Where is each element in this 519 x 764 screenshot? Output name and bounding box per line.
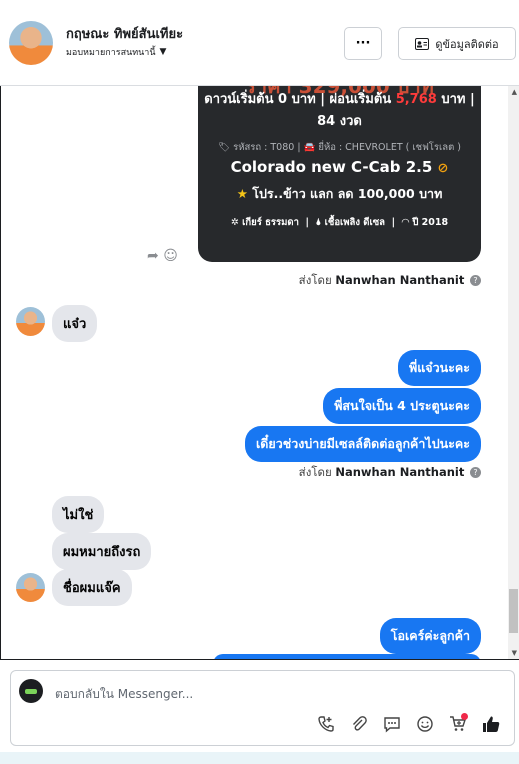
- page-avatar: [19, 679, 43, 703]
- star-icon: ★: [236, 186, 248, 201]
- page-footer-strip: [0, 752, 519, 764]
- ad-title: Colorado new C-Cab 2.5 ⊘: [198, 158, 481, 176]
- message-composer: ตอบกลับใน Messenger...: [10, 670, 515, 746]
- avatar[interactable]: [16, 573, 45, 602]
- speedometer-icon: ◠: [401, 217, 410, 228]
- assign-label: มอบหมายการสนทนานี้: [66, 48, 156, 58]
- scroll-down-icon[interactable]: ▼: [512, 649, 517, 657]
- phone-add-icon[interactable]: [315, 713, 337, 735]
- incoming-message[interactable]: ผมหมายถึงรถ: [52, 533, 152, 570]
- incoming-message[interactable]: แจ๋ว: [52, 305, 98, 342]
- ad-specs: ✲ เกียร์ ธรรมดา | 🌢 เชื้อเพลิง ดีเซล | ◠…: [230, 217, 449, 228]
- cart-icon[interactable]: [447, 713, 469, 735]
- avatar[interactable]: [9, 21, 53, 65]
- ad-gear: เกียร์ ธรรมดา: [242, 217, 299, 228]
- caret-down-icon: ▼: [159, 47, 167, 57]
- outgoing-message[interactable]: พี่แจ๋วนะคะ: [398, 350, 481, 386]
- scroll-thumb[interactable]: [509, 589, 518, 633]
- view-contact-label: ดูข้อมูลติดต่อ: [435, 37, 499, 51]
- contact-card-icon: [415, 37, 430, 50]
- saved-reply-icon[interactable]: [381, 713, 403, 735]
- reply-input[interactable]: ตอบกลับใน Messenger...: [55, 685, 193, 704]
- notification-dot: [461, 713, 468, 720]
- like-icon[interactable]: [480, 713, 502, 735]
- outgoing-message[interactable]: พี่สนใจเป็น 4 ประตูนะคะ: [323, 388, 481, 424]
- reply-icon[interactable]: ➦: [147, 248, 159, 264]
- outgoing-message[interactable]: โอเคร์ค่ะลูกค้า: [379, 618, 481, 654]
- ad-promo-text: โปร..ข้าว แลก ลด 100,000 บาท: [252, 186, 443, 201]
- info-icon[interactable]: ?: [470, 467, 481, 478]
- composer-toolbar: [315, 713, 502, 735]
- ad-payment-prefix: ดาวน์เริ่มต้น 0 บาท | ผ่อนเริ่มต้น: [204, 92, 396, 107]
- incoming-message[interactable]: ชื่อผมแจ๊ค: [52, 569, 132, 606]
- more-options-button[interactable]: ···: [344, 27, 382, 60]
- scroll-up-icon[interactable]: ▲: [512, 88, 517, 96]
- verified-icon: ⊘: [437, 161, 449, 176]
- sent-by-label: ส่งโดย Nanwhan Nanthanit ?: [299, 464, 481, 482]
- avatar[interactable]: [16, 307, 45, 336]
- sent-by-label: ส่งโดย Nanwhan Nanthanit ?: [299, 272, 481, 290]
- sent-by-name: Nanwhan Nanthanit: [335, 273, 465, 287]
- fuel-icon: 🌢: [315, 217, 322, 228]
- outgoing-message-partial[interactable]: [213, 654, 481, 659]
- assign-conversation[interactable]: มอบหมายการสนทนานี้ ▼: [66, 45, 166, 59]
- sent-by-prefix: ส่งโดย: [298, 465, 332, 479]
- ad-payment-suffix: บาท |: [436, 92, 475, 107]
- conversation-header: กฤษณะ ทิพย์สันเทียะ มอบหมายการสนทนานี้ ▼…: [0, 0, 519, 86]
- ad-card[interactable]: ราคา 329,000 บาท ดาวน์เริ่มต้น 0 บาท | ผ…: [198, 86, 481, 262]
- ad-payment-amount: 5,768: [395, 92, 437, 107]
- contact-name[interactable]: กฤษณะ ทิพย์สันเทียะ: [66, 23, 183, 44]
- info-icon[interactable]: ?: [470, 275, 481, 286]
- react-icon[interactable]: ☺: [163, 248, 178, 264]
- gear-icon: ✲: [230, 217, 239, 228]
- ad-year: ปี 2018: [412, 217, 449, 228]
- view-contact-button[interactable]: ดูข้อมูลติดต่อ: [398, 27, 516, 60]
- scrollbar[interactable]: ▲ ▼: [508, 86, 519, 659]
- ad-fuel: เชื้อเพลิง ดีเซล: [324, 217, 385, 228]
- outgoing-message[interactable]: เดี๋ยวช่วงบ่ายมีเซลล์ติดต่อลูกค้าไปนะคะ: [245, 426, 481, 462]
- ad-installments: 84 งวด: [317, 114, 362, 129]
- message-thread[interactable]: ราคา 329,000 บาท ดาวน์เริ่มต้น 0 บาท | ผ…: [0, 86, 519, 660]
- incoming-message[interactable]: ไม่ใช่: [52, 496, 105, 533]
- sent-by-name: Nanwhan Nanthanit: [335, 465, 465, 479]
- sent-by-prefix: ส่งโดย: [298, 273, 332, 287]
- ad-payment: ดาวน์เริ่มต้น 0 บาท | ผ่อนเริ่มต้น 5,768…: [198, 89, 481, 133]
- emoji-icon[interactable]: [414, 713, 436, 735]
- attachment-icon[interactable]: [348, 713, 370, 735]
- ad-meta: 🏷 รหัสรถ : T080 | 🚘 ยี่ห้อ : CHEVROLET (…: [218, 142, 461, 153]
- message-actions: ➦ ☺: [147, 248, 178, 264]
- ad-promo: ★ โปร..ข้าว แลก ลด 100,000 บาท: [198, 184, 481, 204]
- ad-title-text: Colorado new C-Cab 2.5: [230, 158, 433, 176]
